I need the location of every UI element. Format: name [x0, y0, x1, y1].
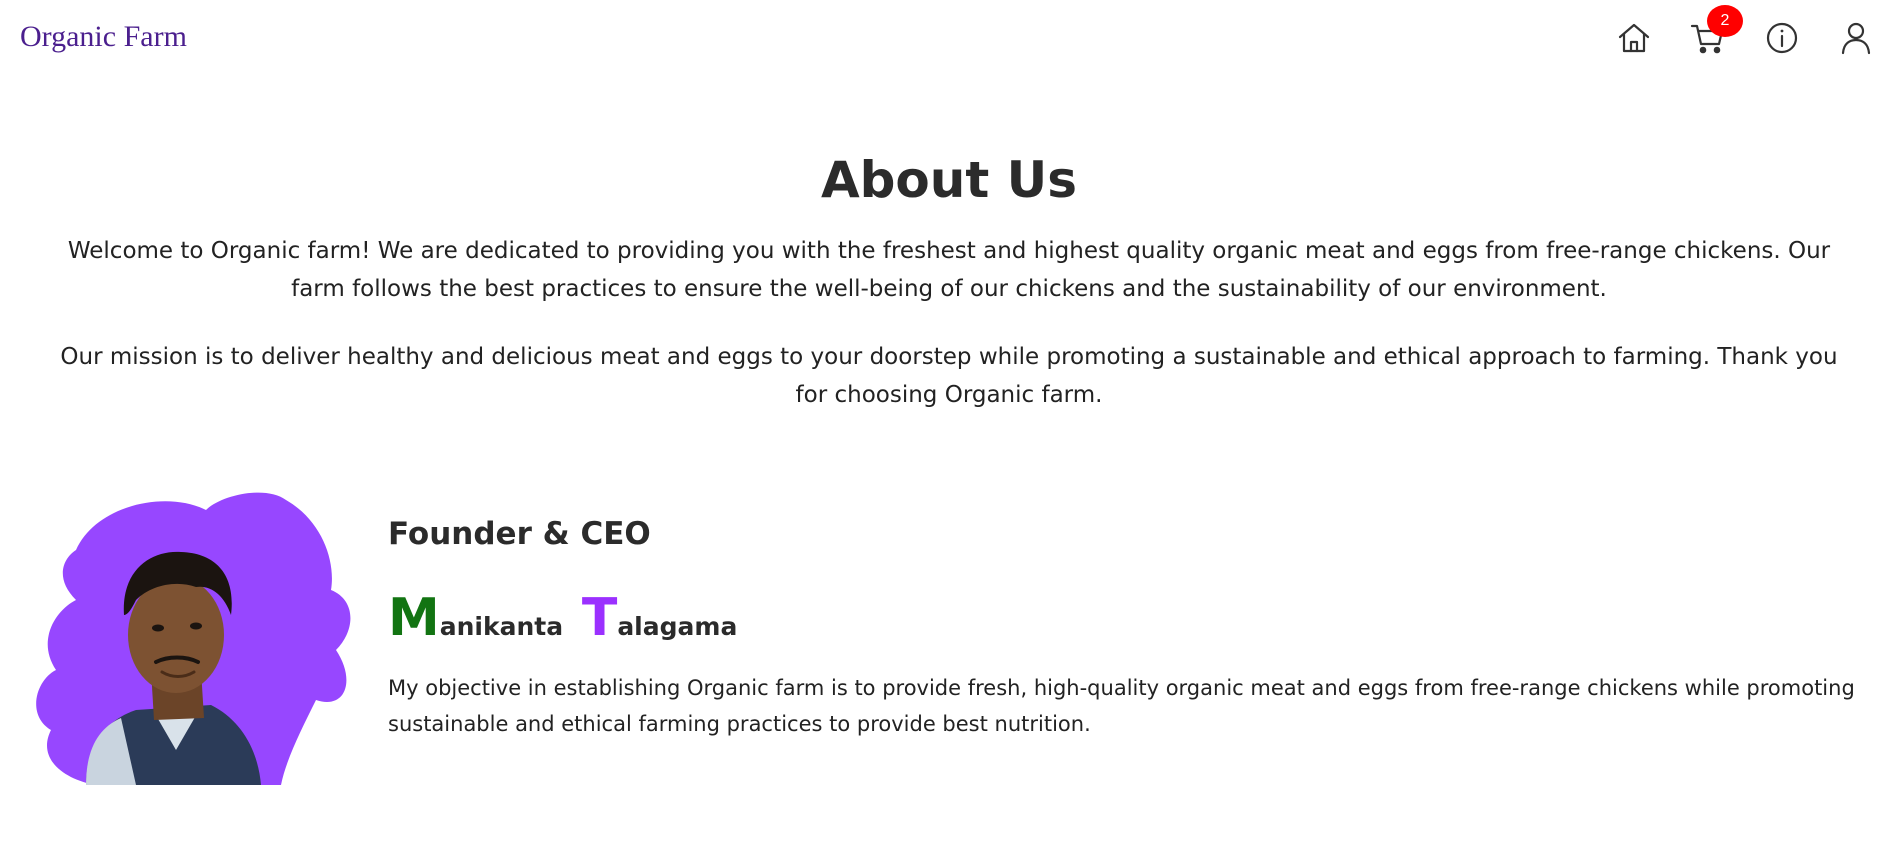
- navbar: Organic Farm 2: [0, 0, 1898, 80]
- about-paragraph-welcome: Welcome to Organic farm! We are dedicate…: [67, 238, 1831, 302]
- founder-role: Founder & CEO: [388, 516, 651, 552]
- brand-logo-link[interactable]: Organic Farm: [20, 22, 187, 52]
- user-icon[interactable]: [1836, 18, 1876, 58]
- founder-first-rest: anikanta: [439, 612, 564, 641]
- founder-first-initial: M: [388, 588, 440, 648]
- founder-name: Manikanta Talagama: [388, 588, 737, 648]
- about-paragraph-mission: Our mission is to deliver healthy and de…: [60, 344, 1838, 408]
- info-icon[interactable]: [1762, 18, 1802, 58]
- founder-photo: [36, 490, 356, 785]
- founder-last-initial: T: [581, 588, 618, 648]
- about-section: About Us Welcome to Organic farm! We are…: [0, 150, 1898, 414]
- founder-last-rest: alagama: [617, 612, 738, 641]
- cart-count-badge: 2: [1707, 5, 1743, 37]
- home-icon[interactable]: [1614, 18, 1654, 58]
- page-title: About Us: [820, 151, 1078, 209]
- founder-card: Founder & CEO Manikanta Talagama My obje…: [36, 490, 1866, 790]
- founder-bio: My objective in establishing Organic far…: [388, 676, 1855, 736]
